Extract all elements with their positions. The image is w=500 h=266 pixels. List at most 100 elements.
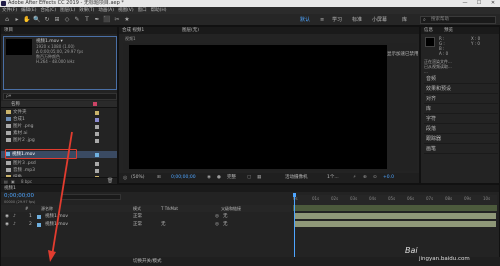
menu-layer[interactable]: 图层(L) [58,7,77,14]
project-item[interactable]: 合成1 [2,116,92,123]
project-column-header: 名称 [1,101,117,108]
workspace-library[interactable]: 库 [402,14,407,26]
menu-window[interactable]: 窗口 [136,7,149,14]
hand-tool-icon[interactable]: ✋ [23,16,31,24]
parent-pickwhip-icon[interactable]: ◎ [215,213,219,220]
layer-parent[interactable]: 无 [223,213,228,220]
panel-effects-presets[interactable]: 效果和预设 [424,84,498,94]
project-search-field[interactable]: ρ▾ [3,93,117,100]
tab-layer[interactable]: 图层(无) [179,27,199,34]
menu-effect[interactable]: 效果(T) [77,7,96,14]
eraser-tool-icon[interactable]: ✂ [113,16,121,24]
camera-tool-icon[interactable]: ⊞ [53,16,61,24]
tab-timeline[interactable]: 视频1 [1,186,16,191]
layer-duration-bar[interactable] [294,221,496,227]
color-channel-icon[interactable]: ● [217,173,221,183]
timeline-current-time[interactable]: 0;00;00;00 [4,193,34,199]
label-column-icon[interactable] [93,102,97,106]
workspace-small-screen[interactable]: 小屏幕 [372,14,387,26]
selection-tool-icon[interactable]: ▸ [13,16,21,24]
workspace-menu-icon[interactable]: ≡ [320,14,324,26]
layer-trkmat[interactable]: 无 [161,221,166,228]
menu-composition[interactable]: 合成(C) [38,7,58,14]
flowchart-icon[interactable]: ⊕ [363,173,367,183]
tab-preview[interactable]: 预览 [441,27,453,34]
layer-duration-bar[interactable] [294,213,496,219]
watermark: Bai jingyan.baidu.com [405,246,497,264]
tab-project[interactable]: 项目 [1,28,13,33]
brush-tool-icon[interactable]: ✒ [93,16,101,24]
panel-audio[interactable]: 音频 [424,74,498,84]
layer-mode[interactable]: 正常 [133,213,142,220]
parent-pickwhip-icon[interactable]: ◎ [215,221,219,228]
camera-snapshot-icon[interactable]: ◉ [207,173,211,183]
transparency-grid-icon[interactable]: ▦ [257,173,261,183]
menu-view[interactable]: 视图(V) [116,7,136,14]
camera-dropdown[interactable]: 活动摄像机 [285,173,308,183]
project-tab-bar: 项目 [1,27,117,34]
column-number[interactable]: # [25,205,28,212]
zoom-dropdown[interactable]: (50%) [131,173,145,183]
menu-file[interactable]: 文件(F) [0,7,19,14]
stamp-tool-icon[interactable]: ⬛ [103,16,111,24]
time-ruler[interactable]: 0s 01s 02s 03s 04s 05s 06s 07s 08s 09s 1… [293,195,497,205]
tab-composition[interactable]: 合成 视频1 [119,28,144,33]
workspace-learn[interactable]: 学习 [332,14,342,26]
toggle-switches-modes[interactable]: 切换开关/模式 [133,257,162,266]
rotate-tool-icon[interactable]: ↻ [43,16,51,24]
type-tool-icon[interactable]: T [83,16,91,24]
panel-tracker[interactable]: 跟踪器 [424,134,498,144]
project-item-label: 图片3 .psd [13,161,36,166]
region-icon[interactable]: ▢ [247,173,251,183]
panel-align[interactable]: 对齐 [424,94,498,104]
project-item[interactable]: 文件夹 [2,109,92,116]
minimize-button[interactable]: — [458,0,472,7]
column-parent[interactable]: 父级和链接 [221,205,241,212]
maximize-button[interactable]: ☐ [472,0,486,7]
reset-exposure-icon[interactable]: ⊙ [373,173,377,183]
zoom-tool-icon[interactable]: 🔍 [33,16,41,24]
menu-animation[interactable]: 动画(A) [96,7,116,14]
close-button[interactable]: ✕ [486,0,500,7]
panel-paint[interactable]: 画笔 [424,144,498,154]
menu-help[interactable]: 帮助(H) [149,7,169,14]
layer-parent[interactable]: 无 [223,221,228,228]
workspace-standard[interactable]: 标准 [352,14,362,26]
panel-character[interactable]: 字符 [424,114,498,124]
exposure-value[interactable]: +0.0 [383,173,394,183]
shape-tool-icon[interactable]: ◇ [63,16,71,24]
comp-name-tab[interactable]: 视频1 [125,36,149,41]
help-search-box[interactable]: ⌕ 搜索帮助 [420,16,496,24]
ruler-tick: 08s [445,196,453,201]
playhead-line[interactable] [294,197,295,257]
always-preview-icon[interactable]: ◎ [123,173,127,183]
panel-libraries[interactable]: 库 [424,104,498,114]
resolution-dropdown[interactable]: 完整 [227,173,236,183]
help-search-placeholder: 搜索帮助 [431,17,449,22]
column-mode[interactable]: 模式 [133,205,141,212]
ruler-tick: 02s [331,196,339,201]
current-time[interactable]: 0;00;00;00 [171,173,196,183]
label-color-icon [95,111,99,115]
column-name[interactable]: 名称 [11,101,20,108]
puppet-tool-icon[interactable]: ★ [123,16,131,24]
column-trkmat[interactable]: T TrkMat [161,205,178,212]
eye-icon[interactable]: ◉ [5,221,9,228]
comp-canvas[interactable] [129,45,387,169]
layer-mode[interactable]: 正常 [133,221,142,228]
audio-icon[interactable]: ♪ [13,213,16,220]
eye-icon[interactable]: ◉ [5,213,9,220]
home-icon[interactable]: ⌂ [3,16,11,24]
audio-icon[interactable]: ♪ [13,221,16,228]
info-y: Y : 0 [471,41,480,46]
work-area-bar[interactable] [293,205,497,211]
layer-number: 2 [29,222,32,227]
panel-paragraph[interactable]: 段落 [424,124,498,134]
menu-edit[interactable]: 编辑(E) [19,7,38,14]
workspace-default[interactable]: 默认 [300,14,310,26]
grid-icon[interactable]: ⊞ [157,173,161,183]
fast-preview-icon[interactable]: ⚡ [353,173,356,183]
views-dropdown[interactable]: 1个... [327,173,339,183]
tab-info[interactable]: 信息 [421,28,433,33]
pen-tool-icon[interactable]: ✎ [73,16,81,24]
